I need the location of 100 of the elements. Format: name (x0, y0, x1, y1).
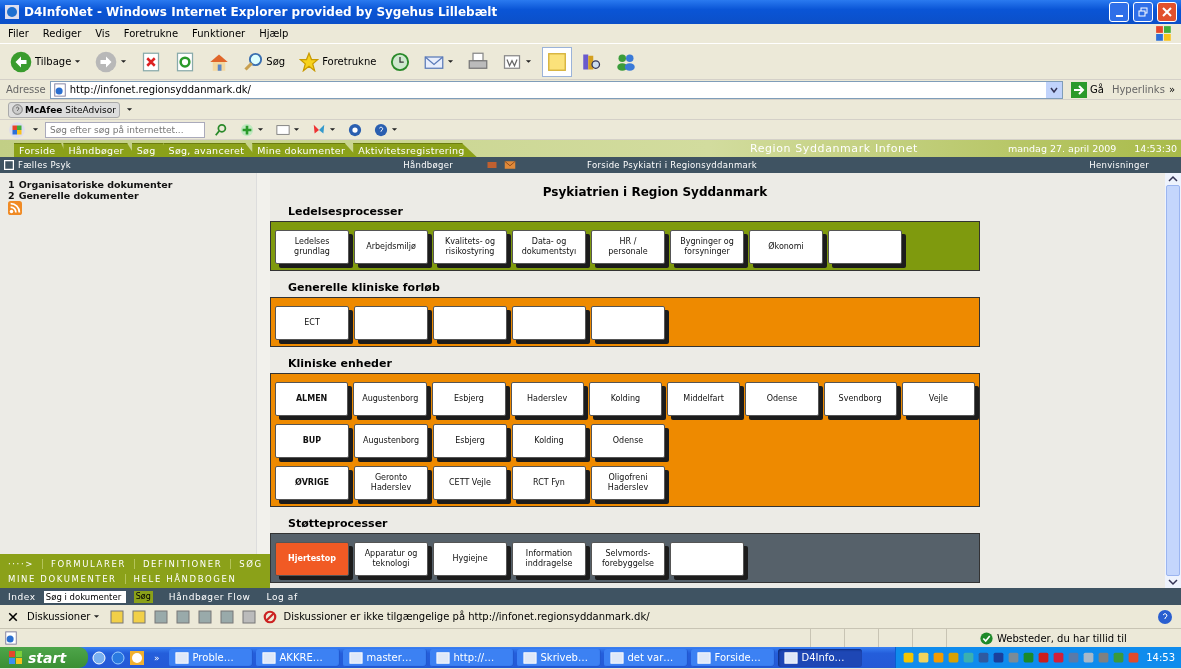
taskbar-button[interactable]: AKKRE… (255, 648, 340, 667)
question-icon (12, 104, 23, 115)
back-button[interactable]: Tilbage (6, 46, 86, 77)
lifebuoy-icon (348, 122, 362, 137)
caret-icon (93, 613, 101, 620)
window-icon (522, 650, 537, 665)
restore-button[interactable] (1133, 2, 1153, 22)
go-button[interactable]: Gå (1067, 74, 1108, 105)
footer-link[interactable]: Log af (266, 591, 298, 602)
tray-icon (1037, 651, 1051, 664)
window-icon (609, 650, 624, 665)
minimize-icon (1115, 14, 1123, 17)
dropdown-button[interactable] (1046, 81, 1063, 98)
printer-icon (468, 51, 489, 72)
address-field[interactable]: http://infonet.regionsyddanmark.dk/ (49, 80, 1064, 99)
handbook-menu[interactable]: Håndbøger (403, 160, 454, 170)
siteadvisor-button[interactable]: McAfee SiteAdvisor (8, 101, 120, 118)
window-icon (348, 650, 363, 665)
search-button[interactable]: Søg (133, 590, 153, 603)
menu-item[interactable]: Foretrukne (123, 28, 179, 39)
security-zone: Websteder, du har tillid til (997, 632, 1128, 644)
scrollbar[interactable] (256, 173, 270, 554)
tray-icon (917, 651, 931, 664)
caret-icon (120, 58, 128, 65)
browser-icon (110, 649, 126, 666)
more-chevron[interactable]: » (148, 652, 166, 663)
caret-icon (391, 126, 398, 133)
tray-icon (902, 651, 916, 664)
page-icon (4, 631, 18, 645)
section-heading: Generelle kliniske forløb (287, 280, 441, 296)
note-icon (546, 50, 569, 73)
web-search-field[interactable]: Søg efter søg på internettet... (45, 121, 205, 138)
plus-icon (240, 122, 254, 137)
tray-icon (992, 651, 1006, 664)
unit-label: Fælles Psyk (18, 160, 71, 170)
taskbar-button[interactable]: Skriveb… (516, 648, 601, 667)
windows-flag-icon (8, 120, 26, 139)
page-icon (52, 82, 67, 97)
close-icon (8, 611, 18, 622)
tray-icon (1127, 651, 1141, 664)
history-icon (390, 51, 411, 72)
menu-item[interactable]: Hjælp (259, 28, 289, 39)
restore-icon (1138, 7, 1148, 17)
menu-item[interactable]: Rediger (42, 28, 82, 39)
close-icon (1162, 7, 1172, 17)
index-link[interactable]: Index (8, 591, 36, 602)
taskbar-button[interactable]: http://… (429, 648, 514, 667)
section-heading: Kliniske enheder (287, 356, 393, 372)
envelope-icon (503, 159, 518, 171)
section-heading: Støtteprocesser (287, 516, 389, 532)
taskbar-button[interactable]: master… (342, 648, 427, 667)
scrollbar[interactable] (1165, 173, 1181, 588)
caret-icon (1050, 85, 1059, 94)
tray-icon (1052, 651, 1066, 664)
unit-icon (4, 160, 14, 170)
taskbar-button[interactable]: Forside… (690, 648, 775, 667)
arrow-up-icon[interactable] (1168, 175, 1178, 183)
windows-logo-icon (1155, 24, 1173, 43)
arrow-down-icon[interactable] (1168, 578, 1178, 586)
more-chevron[interactable]: » (1168, 84, 1175, 95)
toolbar-icon (197, 608, 214, 625)
note-button[interactable] (542, 46, 573, 77)
blocked-icon (263, 609, 278, 624)
time-text: 14:53:30 (1134, 143, 1178, 154)
breadcrumb: Forside Psykiatri i Regionsyddanmark (587, 160, 758, 170)
taskbar-button[interactable]: det var… (603, 648, 688, 667)
tray-icon (1097, 651, 1111, 664)
toolbar-icon (109, 608, 126, 625)
taskbar-button[interactable]: Proble… (168, 648, 253, 667)
date-text: mandag 27. april 2009 (1007, 143, 1118, 154)
minimize-button[interactable] (1109, 2, 1129, 22)
page-title: Psykiatrien i Region Syddanmark (541, 184, 769, 201)
section-heading: Ledelsesprocesser (287, 204, 404, 220)
caret-icon (257, 126, 264, 133)
document-search-field[interactable]: Søg i dokumenter (43, 590, 126, 603)
browser-icon (4, 4, 20, 20)
tray-icon (1082, 651, 1096, 664)
sidebar-item[interactable]: 2 Generelle dokumenter (8, 190, 248, 201)
favorites-button[interactable]: Foretrukne (295, 46, 381, 77)
menu-item[interactable]: Funktioner (192, 28, 246, 39)
menu-item[interactable]: Vis (95, 28, 110, 39)
toolbar-icon (241, 608, 258, 625)
search-icon (214, 122, 228, 137)
taskbar-button[interactable]: D4Info… (777, 648, 862, 667)
sidebar-item[interactable]: 1 Organisatoriske dokumenter (8, 179, 248, 190)
close-button[interactable] (1157, 2, 1177, 22)
caret-icon (329, 126, 336, 133)
printer-icon (485, 159, 500, 171)
discussions-button[interactable]: Diskussioner (24, 607, 104, 626)
search-button[interactable]: Søg (239, 46, 290, 77)
footer-link[interactable]: Håndbøger Flow (168, 591, 251, 602)
referrals-menu[interactable]: Henvisninger (1089, 160, 1149, 170)
toolbar-icon (153, 608, 170, 625)
links-label[interactable]: Hyperlinks (1111, 84, 1165, 95)
start-button[interactable]: start (0, 647, 88, 668)
caret-icon (125, 106, 133, 113)
caret-icon (32, 126, 39, 133)
menu-item[interactable]: Filer (8, 28, 29, 39)
tray-icon (932, 651, 946, 664)
stop-icon (141, 51, 162, 72)
